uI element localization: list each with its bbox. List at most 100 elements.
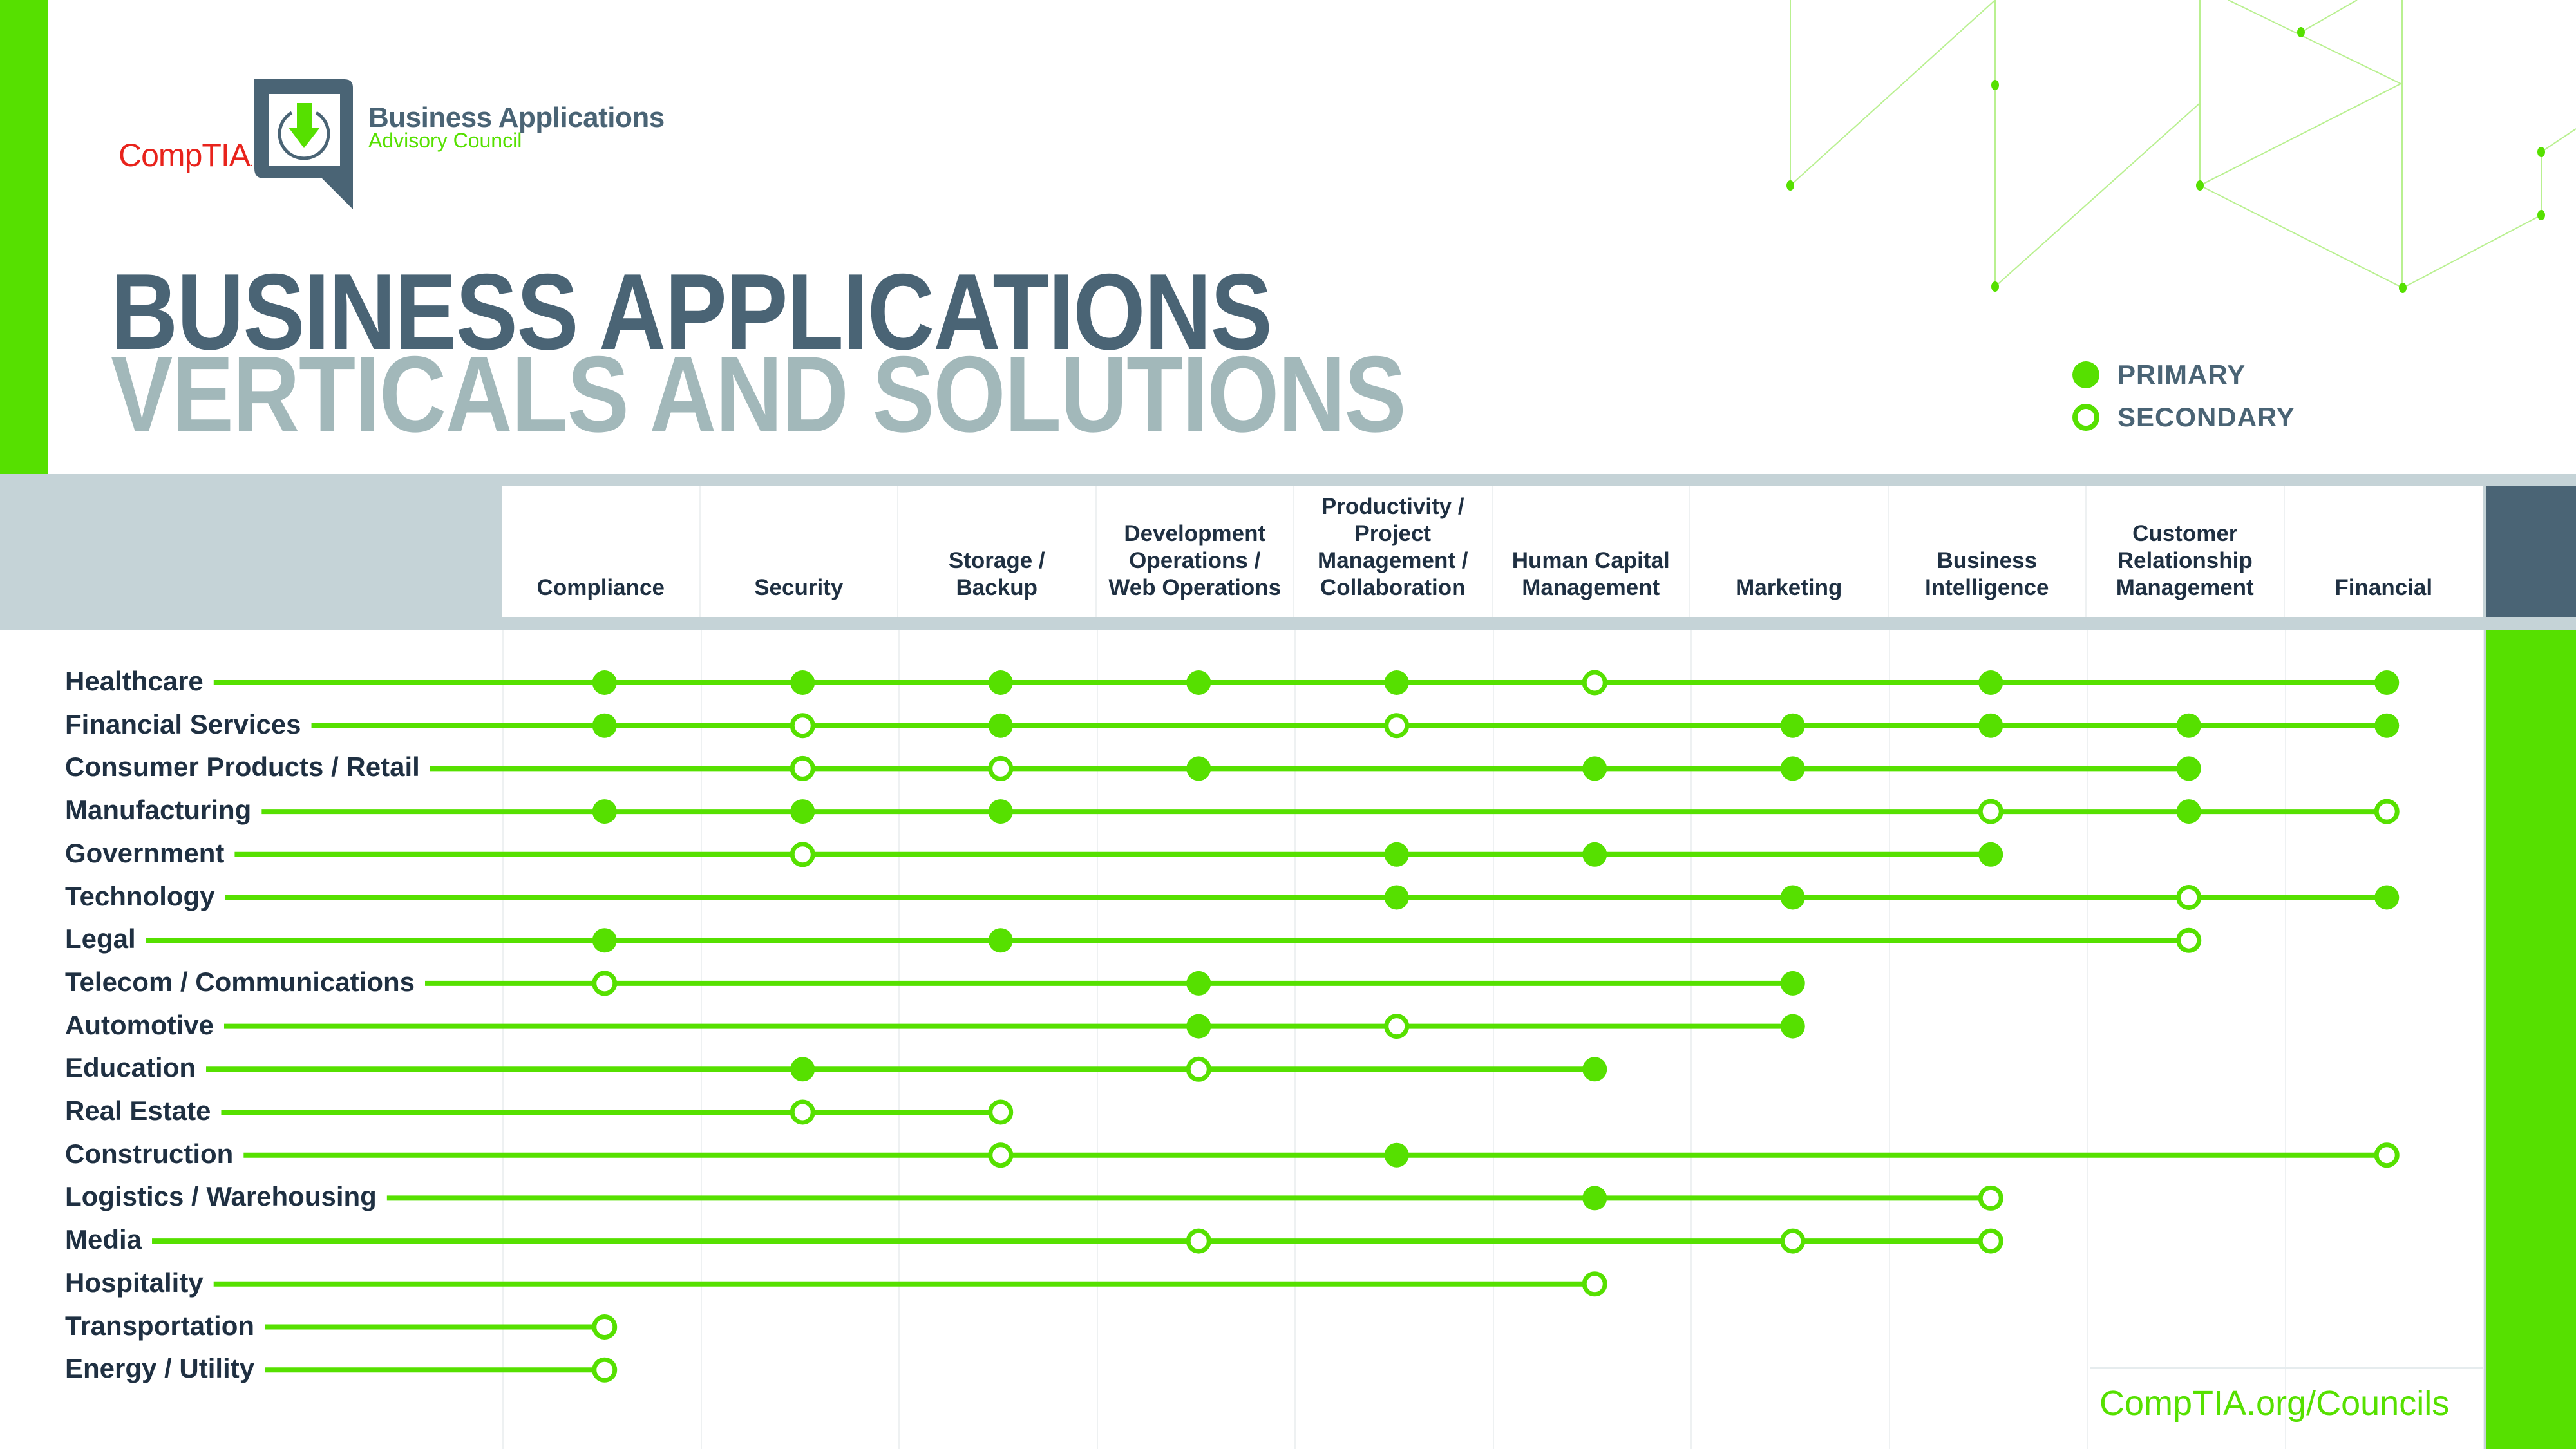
- row-series: [265, 1314, 618, 1340]
- column-header-line: Management: [1522, 575, 1660, 600]
- secondary-marker: [2176, 885, 2202, 910]
- secondary-marker: [1384, 713, 1410, 739]
- column-header-devops: Development Operations / Web Operations: [1097, 486, 1294, 617]
- row-series: [152, 1228, 2003, 1254]
- row-label: Technology: [65, 880, 215, 911]
- primary-marker: [2176, 799, 2201, 824]
- secondary-marker: [1978, 1228, 2003, 1254]
- primary-marker: [592, 928, 617, 953]
- primary-marker: [1978, 670, 2003, 695]
- header-slate-block: [2486, 486, 2576, 617]
- column-header-line: Relationship: [2117, 548, 2253, 573]
- row-series: [265, 1357, 618, 1383]
- secondary-marker: [1978, 1185, 2003, 1211]
- row-label: Hospitality: [65, 1267, 204, 1298]
- primary-marker: [1780, 971, 1805, 996]
- secondary-marker: [1186, 1056, 1211, 1082]
- row-label: Telecom / Communications: [65, 966, 415, 997]
- column-header-line: Operations /: [1129, 548, 1261, 573]
- secondary-marker: [592, 1357, 618, 1383]
- row-series: [261, 799, 2400, 824]
- right-accent-bar: [2486, 630, 2576, 1449]
- row-series: [206, 1056, 1607, 1082]
- row-label: Construction: [65, 1138, 234, 1169]
- primary-marker: [2374, 885, 2400, 910]
- row-series: [311, 713, 2400, 739]
- primary-marker: [1780, 756, 1805, 781]
- column-header-line: Security: [754, 575, 844, 600]
- legend-item-secondary: SECONDARY: [2072, 401, 2295, 433]
- column-header-line: Intelligence: [1924, 575, 2049, 600]
- grid-line: [700, 630, 702, 1449]
- row-series: [430, 755, 2201, 781]
- row-series: [225, 885, 2400, 910]
- primary-marker: [1384, 842, 1409, 867]
- column-header-label: Security: [754, 574, 843, 601]
- row-label: Real Estate: [65, 1095, 211, 1126]
- footer-divider: [2090, 1367, 2483, 1369]
- row-series: [234, 842, 2003, 867]
- secondary-marker: [988, 1142, 1014, 1168]
- primary-marker: [790, 799, 815, 824]
- primary-marker: [1186, 1014, 1211, 1039]
- secondary-marker: [988, 1099, 1014, 1125]
- row-series: [425, 971, 1805, 996]
- column-header-line: Management: [2116, 575, 2254, 600]
- column-header-label: Human Capital Management: [1512, 547, 1670, 601]
- secondary-marker: [790, 842, 815, 867]
- grid-line: [2284, 630, 2286, 1449]
- column-header-line: Collaboration: [1320, 575, 1466, 600]
- column-header-line: Backup: [956, 575, 1037, 600]
- primary-marker: [592, 713, 617, 738]
- primary-marker: [2374, 713, 2400, 738]
- grid-line: [1888, 630, 1890, 1449]
- row-label: Education: [65, 1052, 196, 1083]
- council-speech-bubble-icon: [254, 79, 353, 209]
- column-header-line: Web Operations: [1108, 575, 1282, 600]
- column-header-line: Management /: [1318, 548, 1468, 573]
- primary-marker: [790, 1057, 815, 1082]
- secondary-marker: [592, 1314, 618, 1340]
- column-header-marketing: Marketing: [1690, 486, 1889, 617]
- secondary-marker: [1186, 1228, 1211, 1254]
- column-header-crm: Customer Relationship Management: [2087, 486, 2285, 617]
- primary-marker: [1186, 670, 1211, 695]
- page-subtitle: VERTICALS AND SOLUTIONS: [111, 334, 1406, 455]
- secondary-marker: [2374, 1142, 2400, 1168]
- column-header-line: Marketing: [1736, 575, 1842, 600]
- secondary-marker: [988, 755, 1014, 781]
- grid-line: [898, 630, 900, 1449]
- column-header-line: Customer: [2132, 521, 2238, 546]
- grid-line: [1096, 630, 1098, 1449]
- column-header-line: Storage /: [948, 548, 1045, 573]
- secondary-marker: [1384, 1014, 1410, 1039]
- footer-link[interactable]: CompTIA.org/Councils: [2099, 1383, 2449, 1423]
- primary-marker: [1582, 1186, 1607, 1211]
- primary-marker: [790, 670, 815, 695]
- column-header-label: Business Intelligence: [1925, 547, 2049, 601]
- column-header-line: Human Capital: [1511, 548, 1670, 573]
- primary-marker: [988, 928, 1013, 953]
- left-accent-bar: [0, 0, 48, 474]
- secondary-marker: [1780, 1228, 1806, 1254]
- secondary-marker: [790, 713, 815, 739]
- primary-marker: [1384, 885, 1409, 910]
- primary-marker: [1582, 1057, 1607, 1082]
- row-series: [221, 1099, 1014, 1125]
- row-label: Energy / Utility: [65, 1353, 255, 1384]
- hollow-circle-icon: [2072, 404, 2099, 431]
- column-header-hcm: Human Capital Management: [1493, 486, 1690, 617]
- primary-marker: [1384, 1142, 1409, 1168]
- primary-marker: [1384, 670, 1409, 695]
- column-header-label: Marketing: [1736, 574, 1842, 601]
- column-header-security: Security: [701, 486, 898, 617]
- row-label: Transportation: [65, 1310, 255, 1341]
- row-label: Legal: [65, 923, 136, 954]
- column-header-line: Compliance: [536, 575, 665, 600]
- secondary-marker: [790, 755, 815, 781]
- row-label: Government: [65, 837, 225, 868]
- column-header-label: Development Operations / Web Operations: [1108, 520, 1281, 601]
- column-header-line: Project: [1354, 521, 1432, 546]
- comptia-logo-text: CompTIA: [118, 137, 251, 173]
- row-label: Automotive: [65, 1009, 214, 1040]
